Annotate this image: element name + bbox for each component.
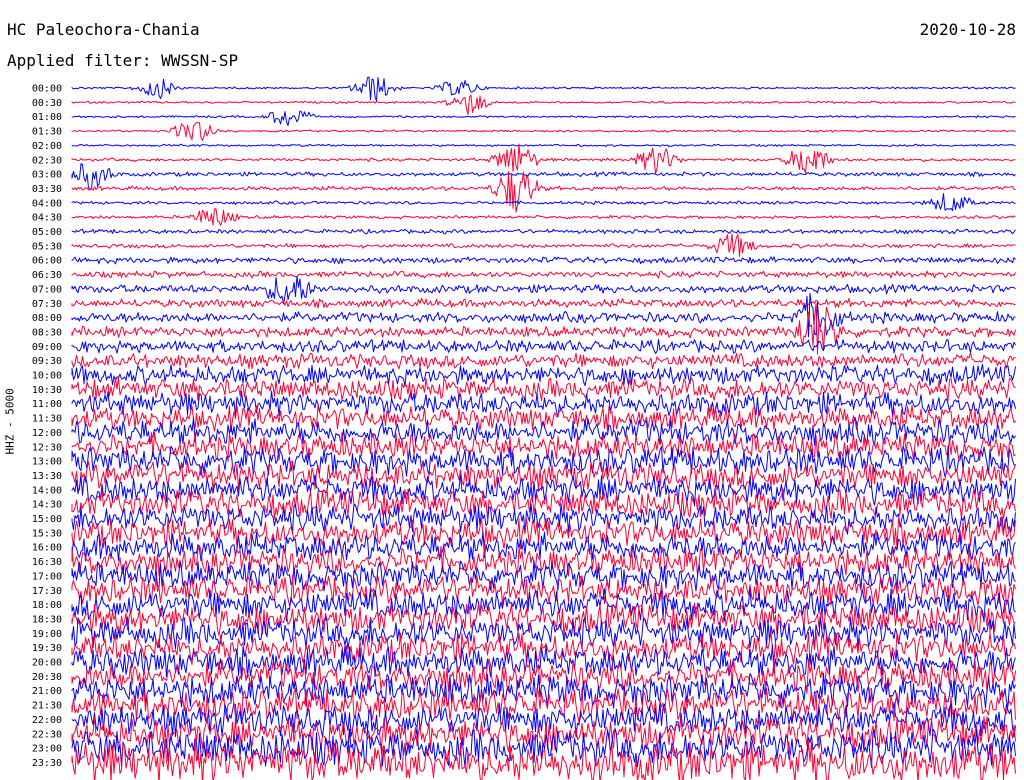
row-time-label: 04:30: [32, 213, 62, 224]
row-time-label: 20:30: [32, 672, 62, 683]
trace-line: [71, 297, 1016, 309]
row-time-label: 07:30: [32, 299, 62, 310]
row-time-label: 09:00: [32, 342, 62, 353]
row-time-label: 14:30: [32, 500, 62, 511]
row-time-label: 22:00: [32, 715, 62, 726]
row-time-label: 05:00: [32, 227, 62, 238]
row-time-label: 17:30: [32, 586, 62, 597]
row-time-label: 19:00: [32, 629, 62, 640]
row-time-label: 21:30: [32, 701, 62, 712]
row-time-label: 14:00: [32, 485, 62, 496]
row-time-label: 06:30: [32, 270, 62, 281]
row-time-label: 12:30: [32, 442, 62, 453]
row-time-label: 07:00: [32, 284, 62, 295]
trace-line: [71, 270, 1016, 279]
trace-line: [71, 76, 1016, 102]
row-time-label: 21:00: [32, 686, 62, 697]
row-time-label: 02:00: [32, 141, 62, 152]
trace-line: [71, 171, 1016, 213]
trace-line: [71, 303, 1016, 355]
row-time-label: 23:00: [32, 744, 62, 755]
trace-line: [71, 228, 1016, 235]
trace-line: [71, 292, 1016, 338]
row-time-label: 00:00: [32, 84, 62, 95]
row-time-label: 00:30: [32, 98, 62, 109]
row-time-label: 13:00: [32, 457, 62, 468]
trace-line: [71, 256, 1016, 265]
row-time-label: 15:30: [32, 528, 62, 539]
trace-line: [71, 193, 1016, 212]
helicorder-plot: 00:00 00:30 01:00 01:30 02:00 02:30 03:00 03:30…: [32, 76, 1016, 780]
row-time-label: 02:30: [32, 155, 62, 166]
row-time-label: 10:30: [32, 385, 62, 396]
trace-line: [71, 363, 1016, 387]
trace-group: [71, 76, 1016, 780]
row-time-label: 10:00: [32, 371, 62, 382]
trace-line: [71, 163, 1016, 191]
trace-line: [71, 377, 1016, 402]
row-time-label: 09:30: [32, 356, 62, 367]
trace-line: [71, 122, 1016, 141]
row-time-label: 16:00: [32, 543, 62, 554]
row-time-label: 22:30: [32, 729, 62, 740]
trace-line: [71, 672, 1016, 709]
row-time-label: 19:30: [32, 643, 62, 654]
row-time-label: 15:00: [32, 514, 62, 525]
row-time-label: 08:00: [32, 313, 62, 324]
row-time-label: 18:30: [32, 614, 62, 625]
trace-line: [71, 352, 1016, 370]
row-time-label: 04:00: [32, 198, 62, 209]
trace-line: [71, 460, 1016, 492]
row-time-label: 20:00: [32, 658, 62, 669]
trace-line: [71, 338, 1016, 354]
row-time-label: 05:30: [32, 241, 62, 252]
trace-line: [71, 233, 1016, 257]
row-time-label: 13:30: [32, 471, 62, 482]
row-time-label: 17:00: [32, 571, 62, 582]
trace-line: [71, 404, 1016, 433]
row-time-label: 12:00: [32, 428, 62, 439]
row-time-label: 18:00: [32, 600, 62, 611]
row-time-label: 11:00: [32, 399, 62, 410]
tick-label-group: 00:00 00:30 01:00 01:30 02:00 02:30 03:00 03:30…: [32, 84, 62, 769]
trace-line: [71, 143, 1016, 175]
trace-line: [71, 275, 1016, 305]
row-time-label: 16:30: [32, 557, 62, 568]
trace-line: [71, 616, 1016, 650]
row-time-label: 23:30: [32, 758, 62, 769]
trace-line: [71, 94, 1016, 115]
row-time-label: 03:30: [32, 184, 62, 195]
row-time-label: 01:00: [32, 112, 62, 123]
row-time-label: 08:30: [32, 327, 62, 338]
trace-line: [71, 110, 1016, 126]
row-time-label: 06:00: [32, 256, 62, 267]
trace-line: [71, 208, 1016, 226]
trace-line: [71, 143, 1016, 148]
row-time-label: 11:30: [32, 414, 62, 425]
row-time-label: 01:30: [32, 127, 62, 138]
row-time-label: 03:00: [32, 170, 62, 181]
